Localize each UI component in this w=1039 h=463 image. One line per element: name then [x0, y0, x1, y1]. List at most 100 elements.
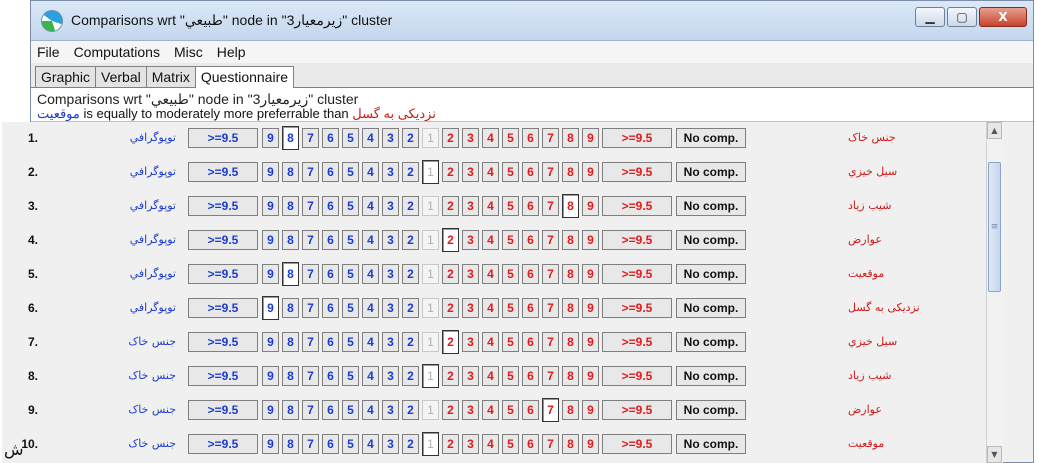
scale-left-8-button[interactable]: 8 — [282, 298, 299, 318]
scale-right-9-button[interactable]: 9 — [582, 366, 599, 386]
scale-left-5-button[interactable]: 5 — [342, 162, 359, 182]
scale-left-4-button[interactable]: 4 — [362, 162, 379, 182]
scale-right-ge9-5-button[interactable]: >=9.5 — [602, 400, 672, 420]
scale-left-7-button[interactable]: 7 — [302, 332, 319, 352]
scale-left-9-button[interactable]: 9 — [262, 162, 279, 182]
scale-left-8-button[interactable]: 8 — [282, 434, 299, 454]
no-comparison-button[interactable]: No comp. — [676, 196, 746, 216]
scale-left-6-button[interactable]: 6 — [322, 128, 339, 148]
scale-right-ge9-5-button[interactable]: >=9.5 — [602, 196, 672, 216]
scale-left-2-button[interactable]: 2 — [402, 400, 419, 420]
scale-right-3-button[interactable]: 3 — [462, 230, 479, 250]
scale-right-7-button[interactable]: 7 — [542, 162, 559, 182]
scale-left-7-button[interactable]: 7 — [302, 128, 319, 148]
scale-right-4-button[interactable]: 4 — [482, 434, 499, 454]
scale-right-2-button[interactable]: 2 — [442, 128, 459, 148]
scale-right-8-button[interactable]: 8 — [562, 230, 579, 250]
scale-equal-1-button[interactable]: 1 — [422, 400, 439, 420]
scale-left-8-button[interactable]: 8 — [282, 230, 299, 250]
scale-right-7-button[interactable]: 7 — [542, 264, 559, 284]
scale-left-4-button[interactable]: 4 — [362, 400, 379, 420]
scale-left-6-button[interactable]: 6 — [322, 332, 339, 352]
scale-right-4-button[interactable]: 4 — [482, 400, 499, 420]
scale-right-4-button[interactable]: 4 — [482, 366, 499, 386]
scroll-thumb[interactable]: ≡ — [988, 162, 1001, 292]
scale-right-4-button[interactable]: 4 — [482, 298, 499, 318]
menu-computations[interactable]: Computations — [74, 44, 160, 60]
close-button[interactable]: X — [979, 7, 1027, 27]
scale-left-8-button[interactable]: 8 — [282, 366, 299, 386]
scale-left-5-button[interactable]: 5 — [342, 196, 359, 216]
tab-matrix[interactable]: Matrix — [145, 66, 196, 87]
scale-right-5-button[interactable]: 5 — [502, 264, 519, 284]
scale-left-6-button[interactable]: 6 — [322, 366, 339, 386]
scale-left-7-button[interactable]: 7 — [302, 400, 319, 420]
scale-right-8-button[interactable]: 8 — [562, 264, 579, 284]
scale-left-ge9-5-button[interactable]: >=9.5 — [188, 366, 258, 386]
scale-right-4-button[interactable]: 4 — [482, 128, 499, 148]
scale-left-3-button[interactable]: 3 — [382, 434, 399, 454]
scale-right-9-button[interactable]: 9 — [582, 264, 599, 284]
tab-verbal[interactable]: Verbal — [95, 66, 147, 87]
scale-right-8-button[interactable]: 8 — [562, 332, 579, 352]
no-comparison-button[interactable]: No comp. — [676, 366, 746, 386]
title-bar[interactable]: Comparisons wrt "طبيعي" node in "زيرمعيا… — [31, 1, 1033, 41]
scale-left-9-button[interactable]: 9 — [262, 128, 279, 148]
scale-right-5-button[interactable]: 5 — [502, 332, 519, 352]
scale-right-9-button[interactable]: 9 — [582, 230, 599, 250]
scale-right-3-button[interactable]: 3 — [462, 162, 479, 182]
scale-left-7-button[interactable]: 7 — [302, 162, 319, 182]
scale-left-5-button[interactable]: 5 — [342, 366, 359, 386]
scale-left-4-button[interactable]: 4 — [362, 128, 379, 148]
scale-right-6-button[interactable]: 6 — [522, 332, 539, 352]
no-comparison-button[interactable]: No comp. — [676, 434, 746, 454]
scale-right-ge9-5-button[interactable]: >=9.5 — [602, 230, 672, 250]
scale-left-ge9-5-button[interactable]: >=9.5 — [188, 230, 258, 250]
scale-right-4-button[interactable]: 4 — [482, 332, 499, 352]
scale-right-2-button[interactable]: 2 — [442, 196, 459, 216]
scale-left-8-button[interactable]: 8 — [282, 400, 299, 420]
scale-right-6-button[interactable]: 6 — [522, 264, 539, 284]
scale-right-8-button[interactable]: 8 — [562, 298, 579, 318]
scale-right-ge9-5-button[interactable]: >=9.5 — [602, 434, 672, 454]
scale-right-9-button[interactable]: 9 — [582, 298, 599, 318]
scale-left-6-button[interactable]: 6 — [322, 162, 339, 182]
scale-right-8-button[interactable]: 8 — [562, 366, 579, 386]
tab-graphic[interactable]: Graphic — [35, 66, 97, 87]
scale-right-7-button[interactable]: 7 — [542, 332, 559, 352]
scale-right-4-button[interactable]: 4 — [482, 230, 499, 250]
scale-right-5-button[interactable]: 5 — [502, 230, 519, 250]
scroll-down-button[interactable]: ▼ — [987, 446, 1002, 463]
scale-right-ge9-5-button[interactable]: >=9.5 — [602, 264, 672, 284]
scale-left-2-button[interactable]: 2 — [402, 434, 419, 454]
scale-equal-1-button[interactable]: 1 — [422, 128, 439, 148]
scale-left-5-button[interactable]: 5 — [342, 230, 359, 250]
scale-right-9-button[interactable]: 9 — [582, 434, 599, 454]
scale-left-4-button[interactable]: 4 — [362, 230, 379, 250]
scale-right-6-button[interactable]: 6 — [522, 196, 539, 216]
scale-right-6-button[interactable]: 6 — [522, 298, 539, 318]
scale-right-ge9-5-button[interactable]: >=9.5 — [602, 162, 672, 182]
scale-right-6-button[interactable]: 6 — [522, 162, 539, 182]
scale-left-3-button[interactable]: 3 — [382, 298, 399, 318]
no-comparison-button[interactable]: No comp. — [676, 230, 746, 250]
scale-left-7-button[interactable]: 7 — [302, 434, 319, 454]
scale-left-3-button[interactable]: 3 — [382, 366, 399, 386]
scale-right-4-button[interactable]: 4 — [482, 264, 499, 284]
scale-left-2-button[interactable]: 2 — [402, 298, 419, 318]
scale-equal-1-button[interactable]: 1 — [422, 196, 439, 216]
scale-left-3-button[interactable]: 3 — [382, 264, 399, 284]
scale-left-3-button[interactable]: 3 — [382, 128, 399, 148]
minimize-button[interactable]: ▁ — [915, 7, 945, 27]
scale-right-5-button[interactable]: 5 — [502, 128, 519, 148]
scale-right-2-button[interactable]: 2 — [442, 366, 459, 386]
scale-left-5-button[interactable]: 5 — [342, 128, 359, 148]
scale-left-2-button[interactable]: 2 — [402, 230, 419, 250]
scale-left-4-button[interactable]: 4 — [362, 264, 379, 284]
scale-right-6-button[interactable]: 6 — [522, 128, 539, 148]
scale-right-ge9-5-button[interactable]: >=9.5 — [602, 298, 672, 318]
scale-right-4-button[interactable]: 4 — [482, 162, 499, 182]
scale-right-3-button[interactable]: 3 — [462, 298, 479, 318]
scale-left-4-button[interactable]: 4 — [362, 298, 379, 318]
scale-right-9-button[interactable]: 9 — [582, 162, 599, 182]
